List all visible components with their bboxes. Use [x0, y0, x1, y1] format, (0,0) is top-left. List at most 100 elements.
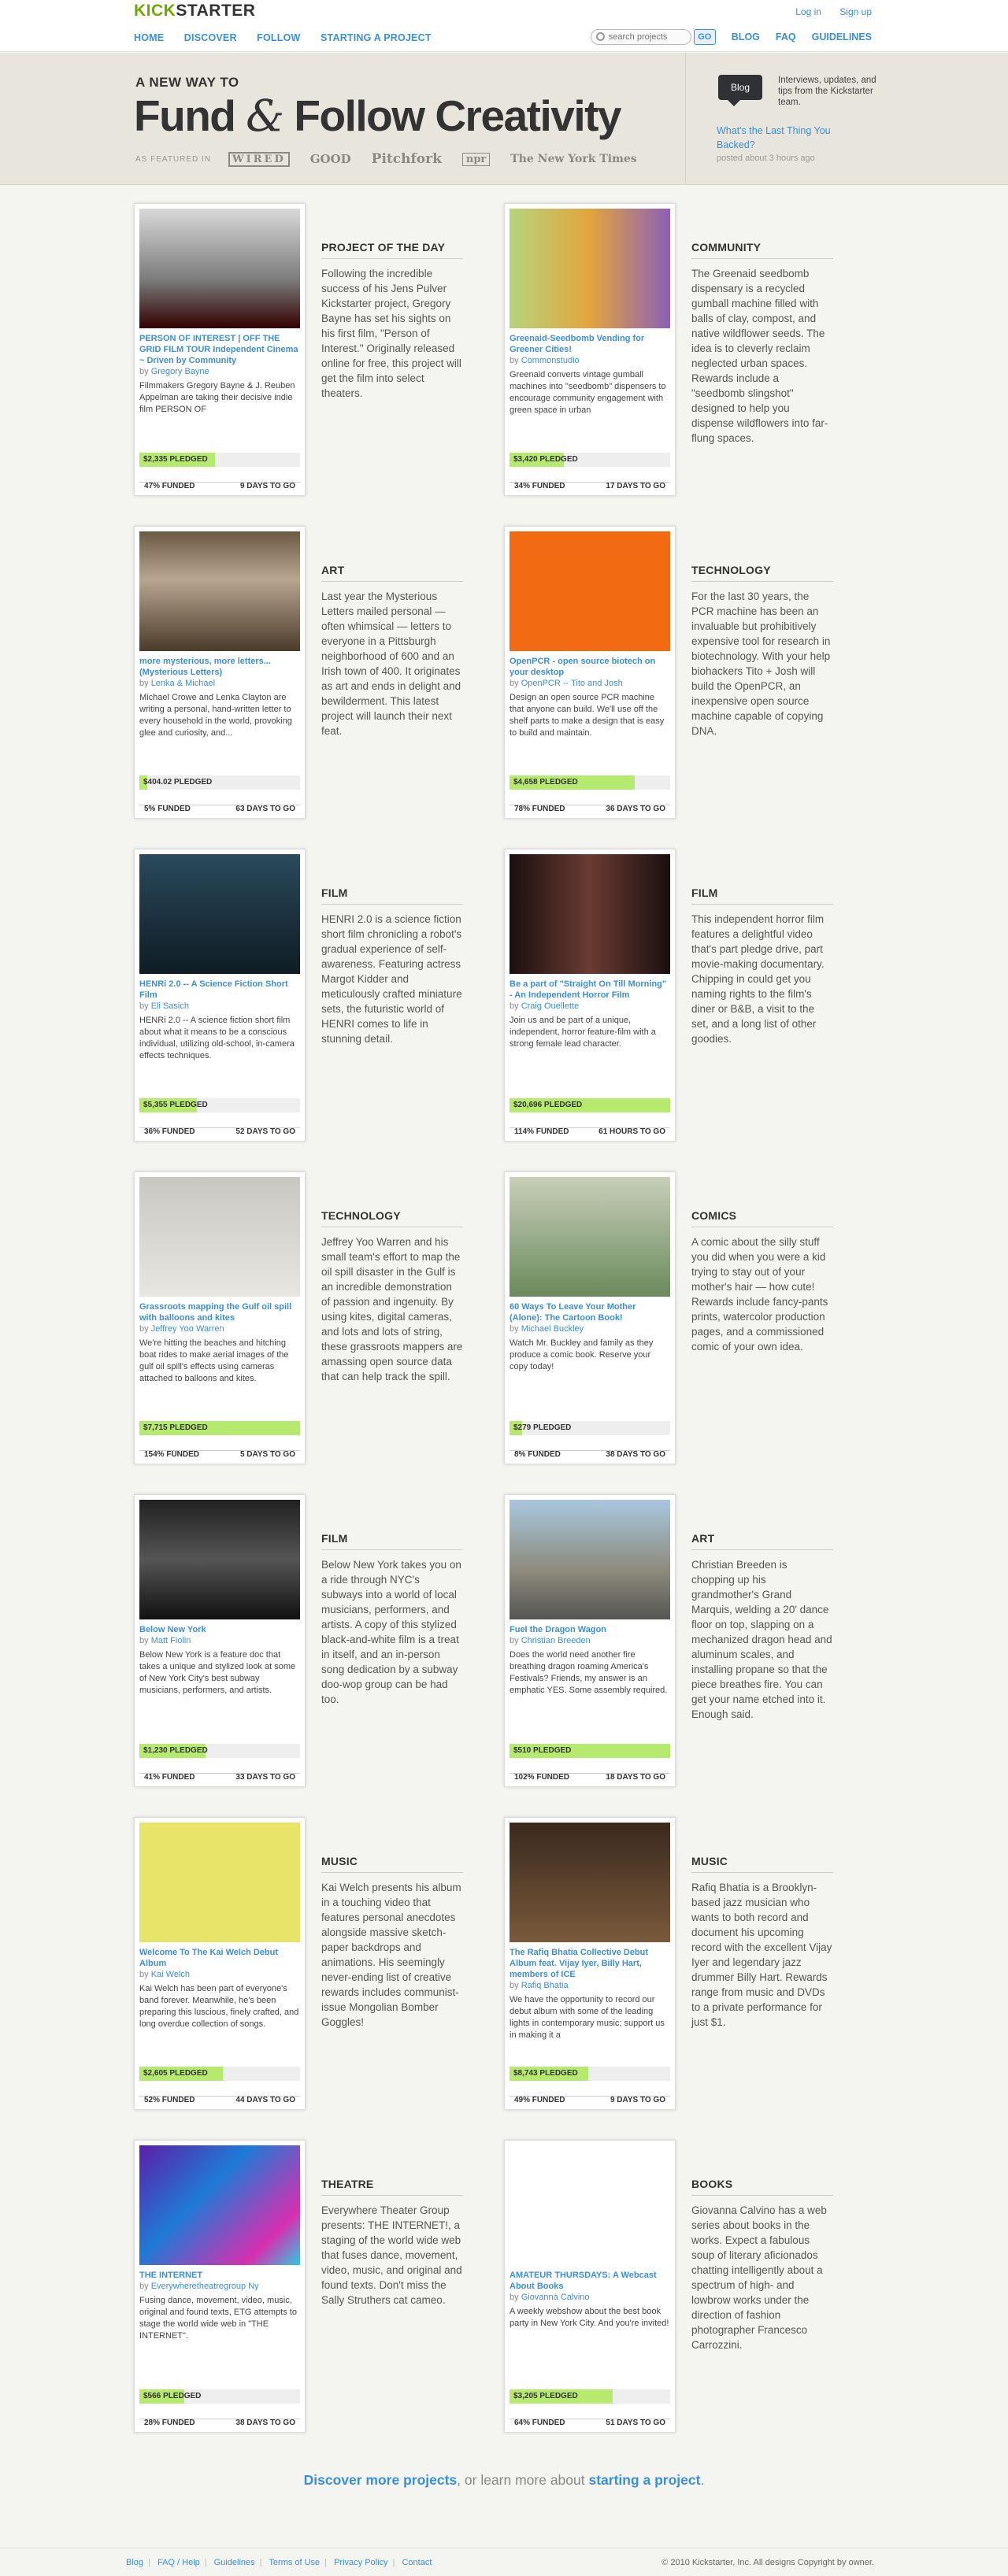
pledged-amount: $4,658 PLEDGED [513, 778, 578, 786]
project-card[interactable]: PERSON OF INTEREST | OFF THE GRID FILM T… [134, 203, 306, 496]
project-title[interactable]: Grassroots mapping the Gulf oil spill wi… [139, 1301, 300, 1323]
project-stats: 34% FUNDED 17 DAYS TO GO [510, 482, 670, 490]
category-heading[interactable]: FILM [321, 1532, 463, 1550]
nav-blog[interactable]: BLOG [732, 31, 760, 43]
nav-starting-project[interactable]: STARTING A PROJECT [321, 32, 432, 43]
blog-bubble[interactable]: Blog [718, 75, 762, 106]
project-thumbnail[interactable] [139, 209, 300, 328]
project-title[interactable]: AMATEUR THURSDAYS: A Webcast About Books [510, 2270, 670, 2292]
project-title[interactable]: 60 Ways To Leave Your Mother (Alone): Th… [510, 1301, 670, 1323]
starting-project-link[interactable]: starting a project [588, 2472, 700, 2488]
nav-discover[interactable]: DISCOVER [184, 32, 237, 43]
project-title[interactable]: THE INTERNET [139, 2270, 300, 2281]
project-card[interactable]: more mysterious, more letters... (Myster… [134, 526, 306, 819]
category-heading[interactable]: FILM [691, 886, 833, 905]
search-go-button[interactable]: GO [693, 29, 716, 45]
project-title[interactable]: Below New York [139, 1624, 300, 1635]
blog-post-link[interactable]: What's the Last Thing You Backed? [717, 124, 843, 152]
category-heading[interactable]: COMICS [691, 1209, 833, 1227]
project-title[interactable]: Welcome To The Kai Welch Debut Album [139, 1947, 300, 1969]
project-card[interactable]: The Rafiq Bhatia Collective Debut Album … [504, 1817, 676, 2110]
project-title[interactable]: Greenaid-Seedbomb Vending for Greener Ci… [510, 333, 670, 355]
creator-link[interactable]: Eli Sasich [151, 1001, 189, 1011]
nav-guidelines[interactable]: GUIDELINES [812, 31, 872, 43]
creator-link[interactable]: Commonstudio [521, 356, 580, 365]
project-title[interactable]: more mysterious, more letters... (Myster… [139, 656, 300, 678]
project-card[interactable]: HENRi 2.0 -- A Science Fiction Short Fil… [134, 849, 306, 1142]
time-remaining: 38 DAYS TO GO [235, 2419, 295, 2427]
project-blurb: Join us and be part of a unique, indepen… [510, 1016, 656, 1049]
category-heading[interactable]: FILM [321, 886, 463, 905]
category-heading[interactable]: TECHNOLOGY [691, 564, 833, 582]
creator-link[interactable]: OpenPCR -- Tito and Josh [521, 679, 623, 688]
project-card[interactable]: Welcome To The Kai Welch Debut Album by … [134, 1817, 306, 2110]
kickstarter-logo[interactable]: KICKSTARTER [134, 2, 255, 20]
login-link[interactable]: Log in [795, 6, 821, 17]
project-thumbnail[interactable] [510, 531, 670, 651]
project-thumbnail[interactable] [139, 2145, 300, 2265]
signup-link[interactable]: Sign up [839, 6, 872, 17]
project-thumbnail[interactable] [510, 1823, 670, 1942]
creator-link[interactable]: Christian Breeden [521, 1636, 591, 1645]
project-card[interactable]: Greenaid-Seedbomb Vending for Greener Ci… [504, 203, 676, 496]
project-card[interactable]: Below New York by Matt Fiolin Below New … [134, 1494, 306, 1787]
project-card[interactable]: 60 Ways To Leave Your Mother (Alone): Th… [504, 1171, 676, 1464]
project-card[interactable]: Fuel the Dragon Wagon by Christian Breed… [504, 1494, 676, 1787]
search-input[interactable] [590, 29, 691, 45]
category-heading[interactable]: MUSIC [321, 1855, 463, 1873]
project-thumbnail[interactable] [139, 1500, 300, 1619]
footer-faq-link[interactable]: FAQ / Help [158, 2558, 200, 2567]
category-description: Giovanna Calvino has a web series about … [691, 2204, 827, 2351]
project-card[interactable]: THE INTERNET by Everywheretheatregroup N… [134, 2140, 306, 2433]
project-thumbnail[interactable] [139, 1177, 300, 1297]
project-card[interactable]: Be a part of "Straight On Till Morning" … [504, 849, 676, 1142]
project-card[interactable]: Grassroots mapping the Gulf oil spill wi… [134, 1171, 306, 1464]
creator-link[interactable]: Matt Fiolin [151, 1636, 191, 1645]
creator-link[interactable]: Giovanna Calvino [521, 2293, 590, 2302]
project-thumbnail[interactable] [139, 854, 300, 974]
nav-faq[interactable]: FAQ [776, 31, 796, 43]
category-heading[interactable]: ART [691, 1532, 833, 1550]
project-card[interactable]: OpenPCR - open source biotech on your de… [504, 526, 676, 819]
discover-more-link[interactable]: Discover more projects [304, 2472, 458, 2488]
project-thumbnail[interactable] [510, 2145, 670, 2265]
project-thumbnail[interactable] [510, 1177, 670, 1297]
creator-link[interactable]: Rafiq Bhatia [521, 1981, 569, 1990]
nav-home[interactable]: HOME [134, 32, 164, 43]
creator-link[interactable]: Lenka & Michael [151, 679, 215, 688]
project-stats: 154% FUNDED 5 DAYS TO GO [139, 1450, 300, 1459]
category-heading[interactable]: MUSIC [691, 1855, 833, 1873]
creator-link[interactable]: Michael Buckley [521, 1324, 584, 1334]
creator-link[interactable]: Kai Welch [151, 1970, 190, 1979]
project-thumbnail[interactable] [510, 209, 670, 328]
nav-follow[interactable]: FOLLOW [257, 32, 300, 43]
project-thumbnail[interactable] [510, 1500, 670, 1619]
creator-link[interactable]: Everywheretheatregroup Ny [151, 2282, 259, 2291]
project-thumbnail[interactable] [510, 854, 670, 974]
footer-terms-link[interactable]: Terms of Use [269, 2558, 320, 2567]
footer-blog-link[interactable]: Blog [126, 2558, 143, 2567]
project-title[interactable]: HENRi 2.0 -- A Science Fiction Short Fil… [139, 979, 300, 1001]
footer-guidelines-link[interactable]: Guidelines [214, 2558, 255, 2567]
footer-contact-link[interactable]: Contact [402, 2558, 432, 2567]
category-heading[interactable]: ART [321, 564, 463, 582]
project-card[interactable]: AMATEUR THURSDAYS: A Webcast About Books… [504, 2140, 676, 2433]
footer: Blog | FAQ / Help | Guidelines | Terms of U… [0, 2548, 1008, 2576]
category-heading[interactable]: TECHNOLOGY [321, 1209, 463, 1227]
footer-privacy-link[interactable]: Privacy Policy [334, 2558, 387, 2567]
category-heading[interactable]: THEATRE [321, 2178, 463, 2196]
category-blurb: ART Last year the Mysterious Letters mai… [321, 564, 463, 738]
creator-link[interactable]: Craig Ouellette [521, 1001, 579, 1011]
project-title[interactable]: Fuel the Dragon Wagon [510, 1624, 670, 1635]
project-title[interactable]: OpenPCR - open source biotech on your de… [510, 656, 670, 678]
category-heading[interactable]: BOOKS [691, 2178, 833, 2196]
creator-link[interactable]: Jeffrey Yoo Warren [151, 1324, 224, 1334]
category-heading[interactable]: PROJECT OF THE DAY [321, 241, 463, 259]
project-title[interactable]: The Rafiq Bhatia Collective Debut Album … [510, 1947, 670, 1980]
creator-link[interactable]: Gregory Bayne [151, 367, 209, 376]
category-heading[interactable]: COMMUNITY [691, 241, 833, 259]
project-thumbnail[interactable] [139, 1823, 300, 1942]
project-thumbnail[interactable] [139, 531, 300, 651]
project-title[interactable]: Be a part of "Straight On Till Morning" … [510, 979, 670, 1001]
project-title[interactable]: PERSON OF INTEREST | OFF THE GRID FILM T… [139, 333, 300, 366]
